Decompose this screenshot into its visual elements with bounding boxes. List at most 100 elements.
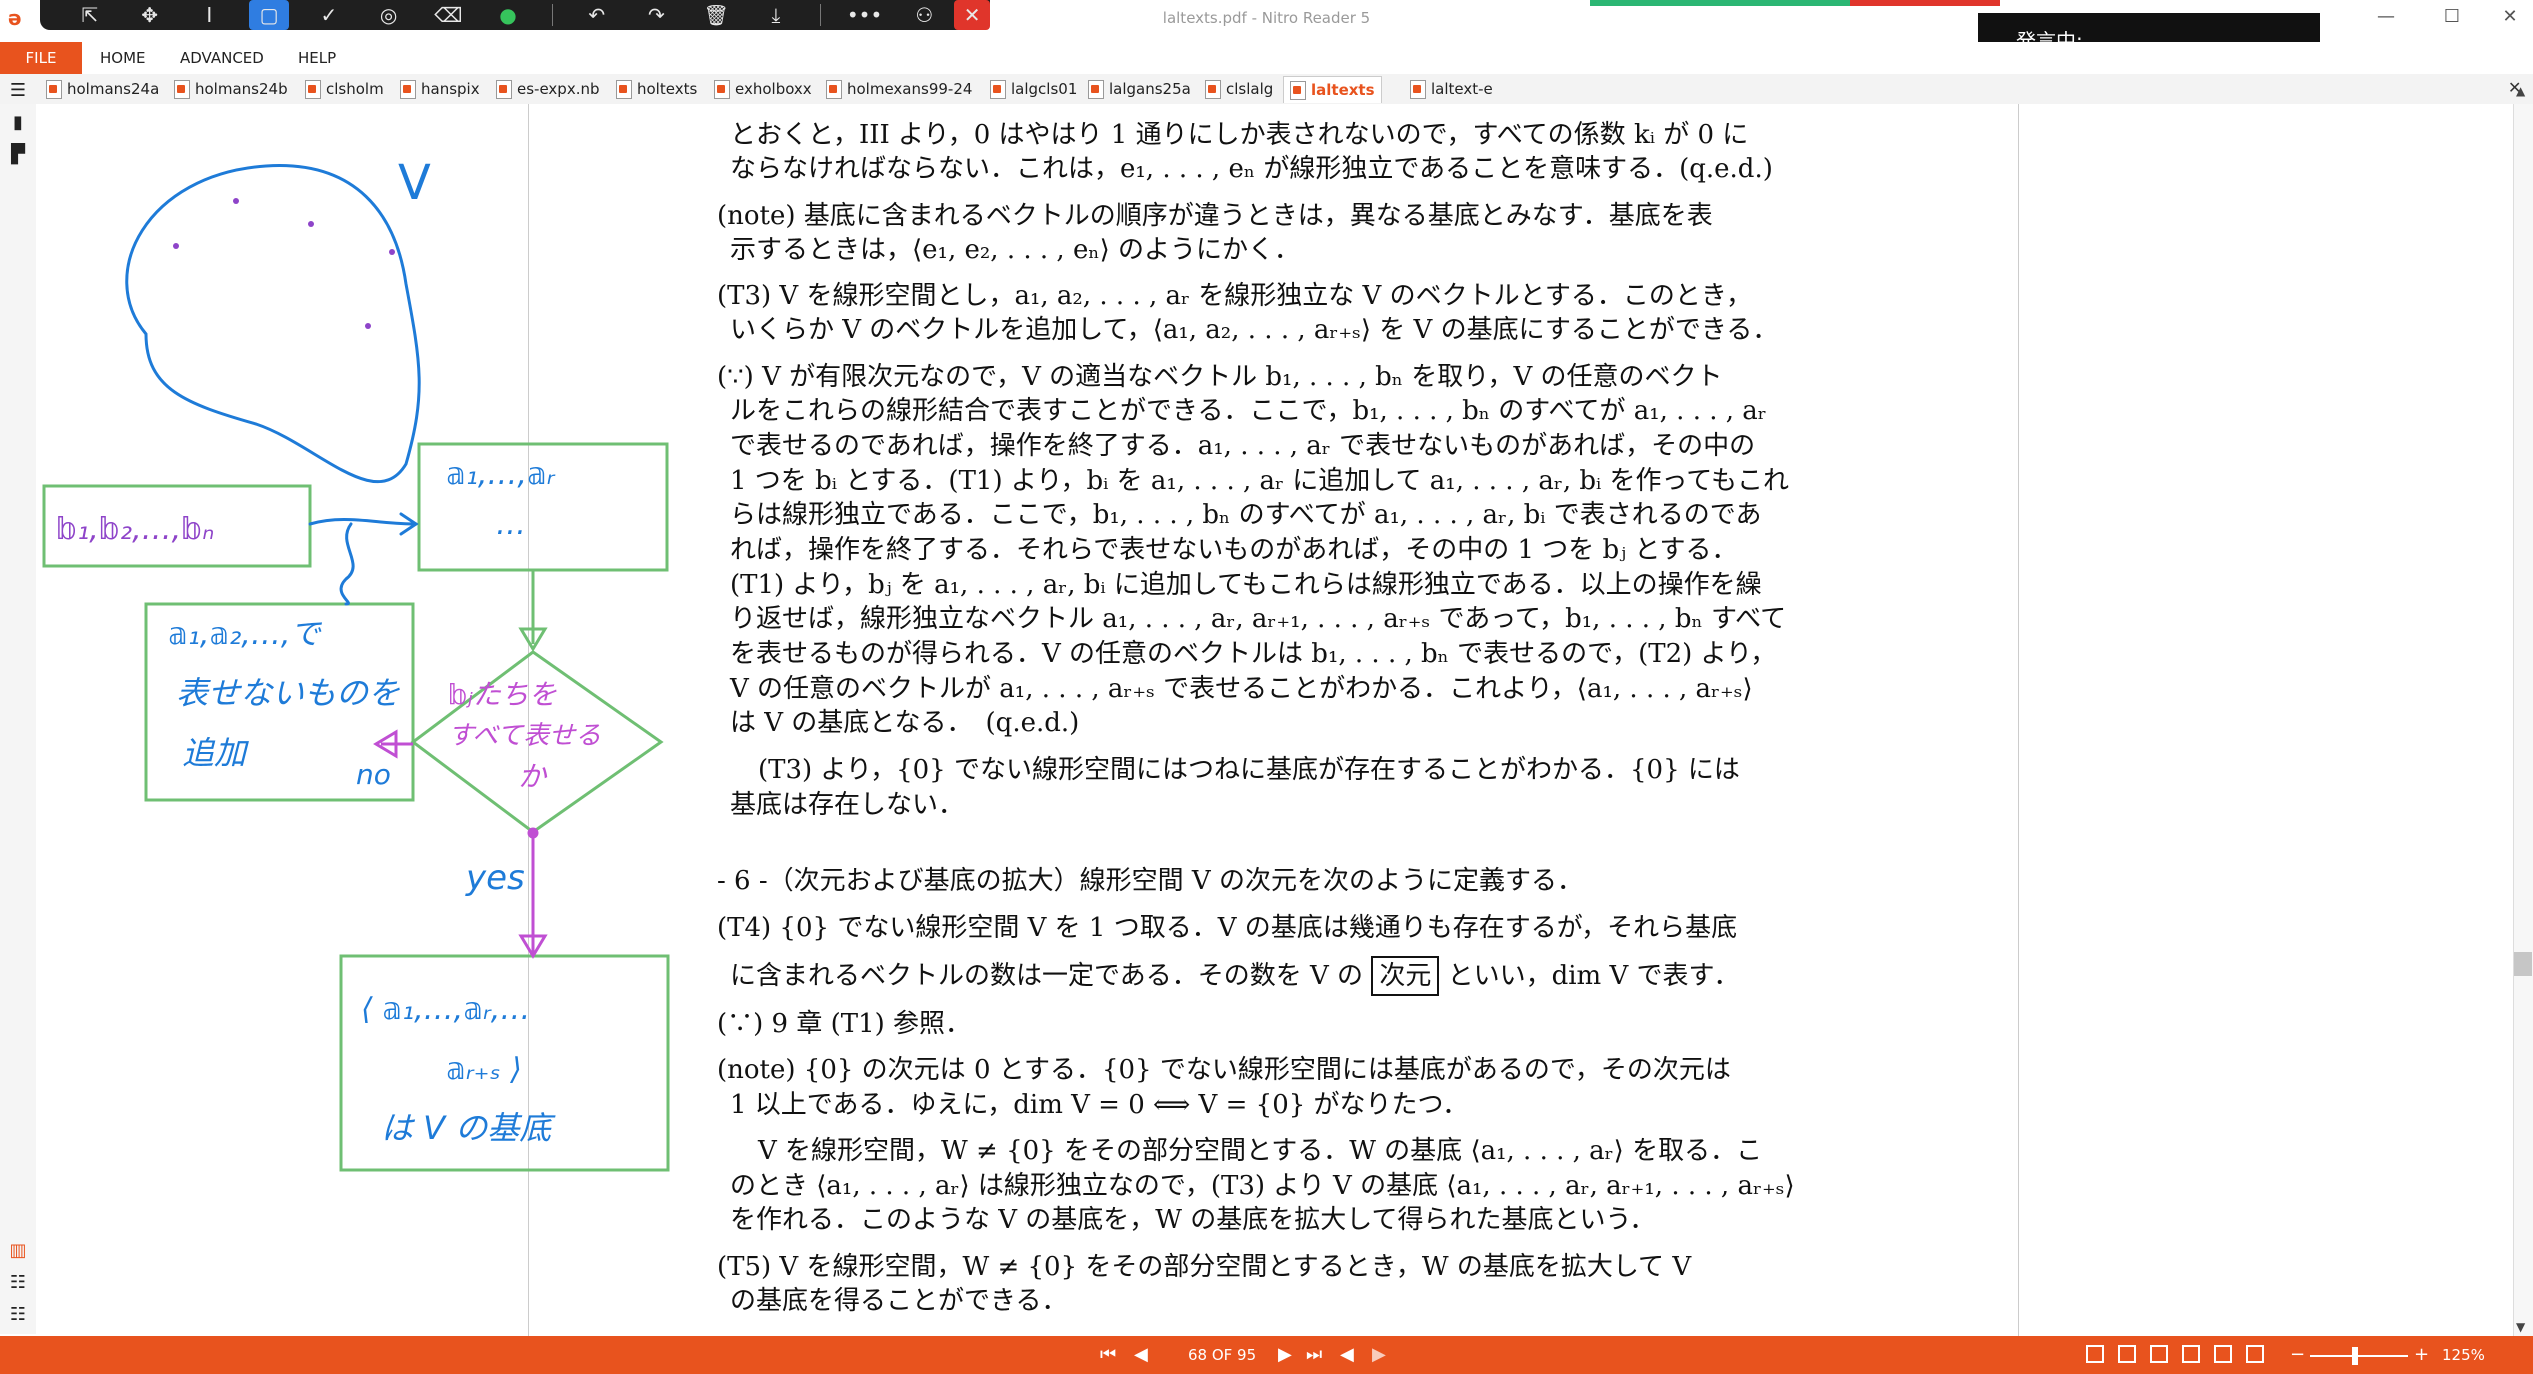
continuous-view-icon[interactable]	[2118, 1345, 2136, 1363]
fit-width-icon[interactable]	[2214, 1345, 2232, 1363]
menu-bar	[0, 42, 2533, 74]
box4-label-2: 𝕒ᵣ₊ₛ ⟩	[446, 1052, 522, 1087]
scroll-down-icon[interactable]: ▼	[2516, 1320, 2525, 1334]
text-line: (∵) 9 章 (T1) 参照．	[717, 1009, 972, 1039]
minimize-icon[interactable]: —	[2364, 6, 2408, 30]
recording-indicator	[1590, 0, 2000, 6]
first-page-icon[interactable]: ⏮	[1100, 1342, 1116, 1368]
maximize-icon[interactable]: ☐	[2430, 6, 2474, 30]
close-icon[interactable]: ✕	[954, 0, 990, 30]
properties-panel-icon[interactable]: ☷	[8, 1272, 28, 1293]
box3-label-3: 追加	[182, 734, 249, 772]
tab-clsholm[interactable]: clsholm	[305, 76, 384, 102]
pdf-file-icon	[826, 79, 842, 99]
tab-hanspix[interactable]: hanspix	[400, 76, 480, 102]
diamond-label-2: すべて表せる	[448, 721, 601, 751]
download-icon[interactable]: ⤓	[746, 0, 806, 30]
color-dot-icon[interactable]: ●	[478, 0, 538, 30]
undo-icon[interactable]: ↶	[567, 0, 627, 30]
tab-lalgans25a[interactable]: lalgans25a	[1088, 76, 1191, 102]
tab-lalgcls01[interactable]: lalgcls01	[990, 76, 1077, 102]
page-indicator[interactable]: 68 OF 95	[1188, 1342, 1256, 1368]
zoom-level[interactable]: 125%	[2442, 1342, 2485, 1368]
pdf-file-icon	[990, 79, 1006, 99]
stamp-icon[interactable]: ◎	[359, 0, 419, 30]
boxed-term-dimension: 次元	[1371, 956, 1440, 996]
comments-panel-icon[interactable]: ▛	[8, 144, 28, 165]
text-line: り返せば，線形独立なベクトル a₁, . . . , aᵣ, aᵣ₊₁, . .…	[730, 604, 1787, 634]
more-icon[interactable]: •••	[835, 0, 895, 30]
tab-exholboxx[interactable]: exholboxx	[714, 76, 812, 102]
text-line: を表せるものが得られる．V の任意のベクトルは b₁, . . . , bₙ で…	[730, 639, 1777, 669]
single-page-view-icon[interactable]	[2086, 1345, 2104, 1363]
file-menu[interactable]: FILE	[0, 42, 82, 74]
trash-icon[interactable]: 🗑	[686, 0, 746, 30]
text-line: 示するときは，⟨e₁, e₂, . . . , eₙ⟩ のようにかく．	[730, 235, 1300, 265]
text-line: いくらか V のベクトルを追加して，⟨a₁, a₂, . . . , aᵣ₊ₛ⟩…	[730, 315, 1779, 345]
rectangle-select-icon[interactable]: ▢	[249, 0, 289, 30]
box4-label-1: ⟨ 𝕒₁,…,𝕒ᵣ,…	[361, 992, 530, 1027]
blob-dot	[308, 221, 314, 227]
output-panel-icon[interactable]: ▥	[8, 1240, 28, 1261]
blob-dot	[365, 323, 371, 329]
last-page-icon[interactable]: ⏭	[1306, 1342, 1322, 1368]
layers-panel-icon[interactable]: ☷	[8, 1304, 28, 1325]
section-heading: - 6 -（次元および基底の拡大）線形空間 V の次元を次のように定義する．	[717, 866, 1583, 896]
pdf-file-icon	[174, 79, 190, 99]
blob-dot	[389, 249, 395, 255]
annotation-toolbar: ⇱ ✥ I ▢ ✓ ◎ ⌫ ● ↶ ↷ 🗑 ⤓ ••• ⚇ ✕	[40, 0, 990, 30]
check-icon[interactable]: ✓	[299, 0, 359, 30]
redo-icon[interactable]: ↷	[627, 0, 687, 30]
blob-dot	[173, 243, 179, 249]
text-line: (T4) {0} でない線形空間 V を 1 つ取る．V の基底は幾通りも存在す…	[717, 913, 1738, 943]
pages-panel-icon[interactable]: ☰	[8, 80, 28, 101]
text-cursor-icon[interactable]: I	[179, 0, 239, 30]
box1-label: 𝕓₁,𝕓₂,…,𝕓ₙ	[56, 512, 214, 547]
box3-label-2: 表せないものを	[176, 674, 400, 712]
scrollbar-thumb[interactable]	[2514, 952, 2532, 976]
yes-label: yes	[465, 858, 525, 898]
tab-laltexts-active[interactable]: laltexts	[1283, 76, 1382, 103]
left-tool-rail	[0, 104, 37, 1334]
toolbar-separator	[819, 4, 821, 26]
zoom-out-icon[interactable]: −	[2290, 1342, 2305, 1368]
zoom-in-icon[interactable]: +	[2414, 1342, 2429, 1368]
tab-holtexts[interactable]: holtexts	[616, 76, 697, 102]
menu-home[interactable]: HOME	[100, 42, 146, 74]
menu-help[interactable]: HELP	[298, 42, 336, 74]
space-label: V	[398, 155, 431, 211]
eraser-icon[interactable]: ⌫	[418, 0, 478, 30]
facing-view-icon[interactable]	[2150, 1345, 2168, 1363]
pdf-file-icon	[1205, 79, 1221, 99]
fit-page-icon[interactable]	[2246, 1345, 2264, 1363]
tab-holmans24a[interactable]: holmans24a	[46, 76, 159, 102]
tab-clslalg[interactable]: clslalg	[1205, 76, 1273, 102]
pdf-file-icon	[1410, 79, 1426, 99]
pdf-file-icon	[400, 79, 416, 99]
move-icon[interactable]: ✥	[120, 0, 180, 30]
squiggle-connector	[339, 522, 355, 606]
page-right-edge	[2018, 104, 2019, 1336]
text-line: とおくと，III より，0 はやはり 1 通りにしか表されないので，すべての係数…	[730, 120, 1749, 150]
next-page-icon[interactable]: ▶	[1278, 1342, 1292, 1368]
forward-view-icon[interactable]: ▶	[1372, 1342, 1386, 1368]
text-line: V の任意のベクトルが a₁, . . . , aᵣ₊ₛ で表せることがわかる．…	[730, 674, 1753, 704]
pointer-icon[interactable]: ⇱	[60, 0, 120, 30]
tab-es-expx[interactable]: es-expx.nb	[496, 76, 600, 102]
tab-laltext-e[interactable]: laltext-e	[1410, 76, 1493, 102]
tab-holmans24b[interactable]: holmans24b	[174, 76, 288, 102]
tab-holmexans99-24[interactable]: holmexans99-24	[826, 76, 972, 102]
bookmarks-panel-icon[interactable]: ▮	[8, 112, 28, 133]
zoom-slider-knob[interactable]	[2352, 1347, 2358, 1365]
back-view-icon[interactable]: ◀	[1340, 1342, 1354, 1368]
scroll-up-icon[interactable]: ▲	[2516, 84, 2525, 98]
previous-page-icon[interactable]: ◀	[1134, 1342, 1148, 1368]
zoom-slider[interactable]	[2310, 1355, 2408, 1357]
facing-continuous-view-icon[interactable]	[2182, 1345, 2200, 1363]
user-icon[interactable]: ⚇	[894, 0, 954, 30]
box4-label-3: は V の基底	[381, 1109, 556, 1147]
vertical-scrollbar[interactable]	[2513, 104, 2533, 1336]
menu-advanced[interactable]: ADVANCED	[180, 42, 264, 74]
close-window-icon[interactable]: ✕	[2488, 6, 2532, 30]
text-line: れば，操作を終了する．それらで表せないものがあれば，その中の 1 つを bⱼ と…	[730, 535, 1738, 565]
